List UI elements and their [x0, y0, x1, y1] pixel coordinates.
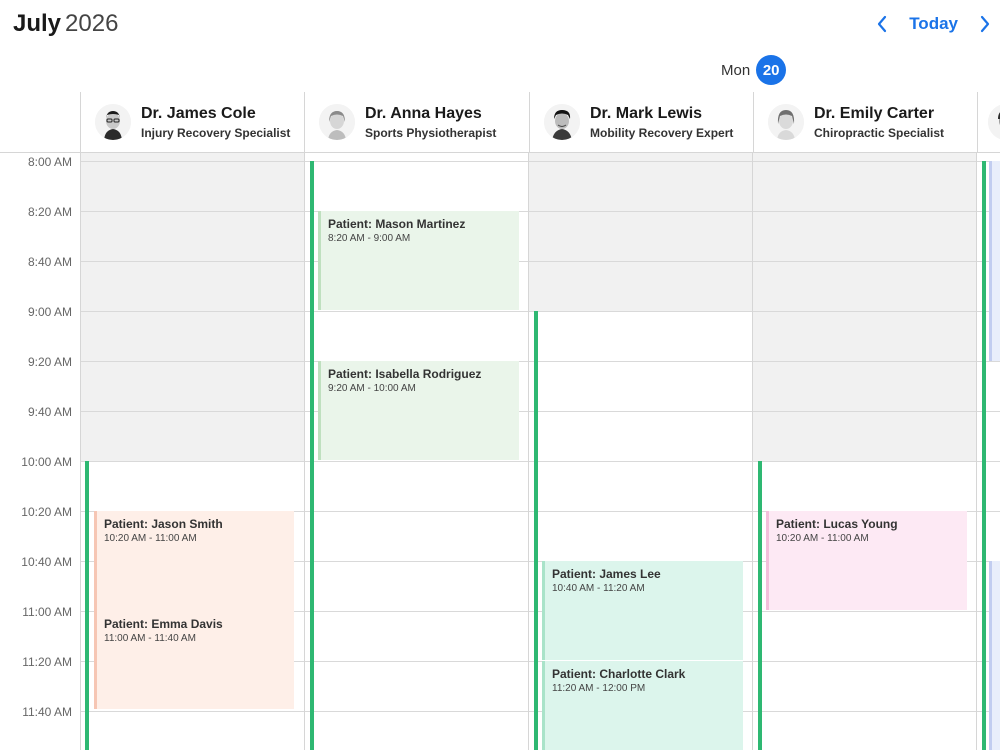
- availability-indicator: [310, 161, 314, 750]
- resource-header-emily-carter[interactable]: Dr. Emily Carter Chiropractic Specialist: [753, 92, 977, 152]
- appointment-patient: Patient: Lucas Young: [776, 517, 898, 531]
- availability-indicator: [758, 461, 762, 750]
- time-label: 10:20 AM: [21, 505, 72, 519]
- time-label: 9:00 AM: [27, 305, 72, 319]
- time-gridline: [80, 261, 1000, 262]
- doctor-avatar: [319, 104, 355, 140]
- appointment-block[interactable]: Patient: Lucas Young 10:20 AM - 11:00 AM: [766, 511, 967, 610]
- appointment-time: 10:20 AM - 11:00 AM: [776, 533, 869, 544]
- resource-header-partial[interactable]: [977, 92, 1000, 152]
- schedule-grid: 8:00 AM 8:20 AM 8:40 AM 9:00 AM 9:20 AM …: [0, 153, 1000, 750]
- time-gridline: [80, 361, 1000, 362]
- appointment-block[interactable]: Patient: Charlotte Clark 11:20 AM - 12:0…: [542, 661, 743, 750]
- doctor-avatar: [768, 104, 804, 140]
- appointment-block[interactable]: Patient: Isabella Rodriguez 9:20 AM - 10…: [318, 361, 519, 460]
- column-divider: [80, 153, 81, 750]
- doctor-title: Injury Recovery Specialist: [141, 125, 291, 140]
- appointment-time: 11:00 AM - 11:40 AM: [104, 633, 196, 644]
- unavailable-slot: [529, 153, 753, 311]
- time-label: 9:20 AM: [27, 355, 72, 369]
- time-gridline: [80, 161, 1000, 162]
- appointment-block[interactable]: [989, 561, 1000, 750]
- month-label: July: [13, 10, 62, 37]
- resource-headers: Dr. James Cole Injury Recovery Specialis…: [0, 92, 1000, 153]
- availability-indicator: [85, 461, 89, 750]
- appointment-patient: Patient: Isabella Rodriguez: [328, 367, 482, 381]
- time-label: 11:20 AM: [22, 655, 72, 669]
- column-divider: [976, 153, 977, 750]
- previous-button[interactable]: [867, 10, 897, 38]
- doctor-avatar: [544, 104, 580, 140]
- year-label: 2026: [65, 10, 119, 37]
- doctor-title: Chiropractic Specialist: [814, 125, 945, 140]
- date-navigation: Today: [867, 10, 1000, 38]
- resource-header-james-cole[interactable]: Dr. James Cole Injury Recovery Specialis…: [80, 92, 304, 152]
- unavailable-slot: [753, 153, 977, 461]
- day-header[interactable]: Mon 20: [721, 55, 787, 85]
- appointment-block[interactable]: [989, 161, 1000, 361]
- time-label: 8:00 AM: [27, 155, 72, 169]
- chevron-right-icon: [980, 15, 990, 33]
- appointment-patient: Patient: James Lee: [552, 567, 661, 581]
- doctor-name: Dr. Anna Hayes: [365, 104, 482, 122]
- doctor-name: Dr. Emily Carter: [814, 104, 935, 122]
- appointment-block[interactable]: Patient: Jason Smith 10:20 AM - 11:00 AM: [94, 511, 294, 611]
- today-button[interactable]: Today: [897, 14, 970, 34]
- time-gridline: [80, 311, 1000, 312]
- appointment-patient: Patient: Charlotte Clark: [552, 667, 686, 681]
- month-year-title: July 2026: [13, 9, 118, 39]
- time-label: 8:20 AM: [27, 205, 72, 219]
- time-label: 11:40 AM: [22, 705, 72, 719]
- appointment-time: 10:40 AM - 11:20 AM: [552, 583, 645, 594]
- appointment-block[interactable]: Patient: Mason Martinez 8:20 AM - 9:00 A…: [318, 211, 519, 310]
- doctor-avatar: [95, 104, 131, 140]
- appointment-block[interactable]: Patient: James Lee 10:40 AM - 11:20 AM: [542, 561, 743, 660]
- appointment-time: 9:20 AM - 10:00 AM: [328, 383, 416, 394]
- time-label: 10:00 AM: [21, 455, 72, 469]
- column-divider: [304, 153, 305, 750]
- day-name: Mon: [721, 61, 751, 79]
- appointment-patient: Patient: Emma Davis: [104, 617, 223, 631]
- doctor-name: Dr. Mark Lewis: [590, 104, 703, 122]
- appointment-time: 11:20 AM - 12:00 PM: [552, 683, 646, 694]
- doctor-name: Dr. James Cole: [141, 104, 256, 122]
- day-number-badge: 20: [756, 55, 787, 85]
- time-label: 11:00 AM: [22, 605, 72, 619]
- next-button[interactable]: [970, 10, 1000, 38]
- doctor-title: Mobility Recovery Expert: [590, 125, 734, 140]
- appointment-patient: Patient: Mason Martinez: [328, 217, 466, 231]
- resource-header-mark-lewis[interactable]: Dr. Mark Lewis Mobility Recovery Expert: [529, 92, 753, 152]
- time-label: 8:40 AM: [27, 255, 72, 269]
- availability-indicator: [982, 161, 986, 750]
- appointment-time: 10:20 AM - 11:00 AM: [104, 533, 197, 544]
- appointment-patient: Patient: Jason Smith: [104, 517, 223, 531]
- appointment-time: 8:20 AM - 9:00 AM: [328, 233, 411, 244]
- time-label: 10:40 AM: [21, 555, 72, 569]
- doctor-title: Sports Physiotherapist: [365, 125, 497, 140]
- appointment-block[interactable]: Patient: Emma Davis 11:00 AM - 11:40 AM: [94, 611, 294, 709]
- doctor-avatar: [988, 104, 1000, 140]
- time-gridline: [80, 461, 1000, 462]
- time-gridline: [80, 211, 1000, 212]
- resource-header-anna-hayes[interactable]: Dr. Anna Hayes Sports Physiotherapist: [304, 92, 529, 152]
- time-label: 9:40 AM: [27, 405, 72, 419]
- availability-indicator: [534, 311, 538, 750]
- chevron-left-icon: [878, 15, 887, 33]
- column-divider: [752, 153, 753, 750]
- time-gridline: [80, 711, 1000, 712]
- column-divider: [528, 153, 529, 750]
- time-gridline: [80, 411, 1000, 412]
- unavailable-slot: [81, 153, 304, 461]
